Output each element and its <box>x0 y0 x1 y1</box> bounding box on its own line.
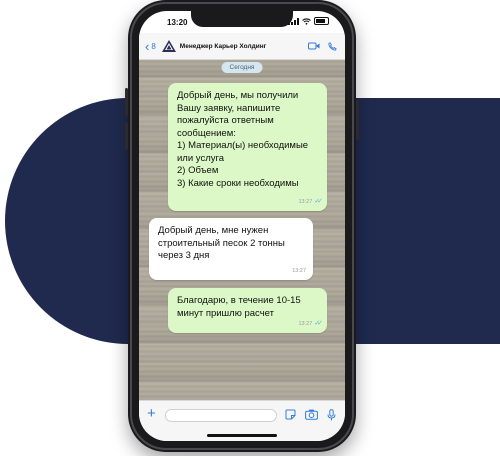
message-text: Добрый день, мы получили Вашу заявку, на… <box>177 90 309 189</box>
message-outgoing[interactable]: Добрый день, мы получили Вашу заявку, на… <box>168 83 327 211</box>
message-text: Добрый день, мне нужен строительный песо… <box>158 225 285 261</box>
phone-screen: 13:20 ‹ 8 Менеджер Карьер Холдинг Сегодн… <box>139 11 345 441</box>
chat-header: ‹ 8 Менеджер Карьер Холдинг <box>139 33 345 60</box>
header-actions <box>308 41 337 51</box>
battery-icon <box>314 17 329 25</box>
plus-icon[interactable]: + <box>147 406 156 421</box>
message-incoming[interactable]: Добрый день, мне нужен строительный песо… <box>149 218 313 280</box>
contact-name[interactable]: Менеджер Карьер Холдинг <box>180 43 267 50</box>
message-outgoing[interactable]: Благодарю, в течение 10-15 минут пришлю … <box>168 288 327 333</box>
volume-down-button <box>125 122 128 150</box>
date-separator: Сегодня <box>221 62 263 73</box>
read-ticks-icon: ✓✓ <box>314 197 323 205</box>
message-time: 13:27 <box>292 267 306 274</box>
unread-count[interactable]: 8 <box>151 42 155 51</box>
wifi-icon <box>302 17 311 25</box>
company-logo[interactable] <box>161 39 177 53</box>
message-input[interactable] <box>165 409 277 422</box>
power-button <box>356 100 359 140</box>
chat-area[interactable]: Сегодня Добрый день, мы получили Вашу за… <box>139 60 345 400</box>
camera-icon[interactable] <box>305 409 318 420</box>
message-meta: 13:27 ✓✓ <box>298 318 323 331</box>
chevron-left-icon[interactable]: ‹ <box>145 40 149 53</box>
status-icons <box>288 17 329 25</box>
message-time: 13:27 <box>298 320 313 327</box>
home-indicator <box>207 434 277 437</box>
message-meta: 13:27 ✓✓ <box>298 196 323 209</box>
message-time: 13:27 <box>298 198 313 205</box>
read-ticks-icon: ✓✓ <box>314 319 323 327</box>
message-input-bar: + <box>139 400 345 441</box>
volume-up-button <box>125 88 128 116</box>
message-text: Благодарю, в течение 10-15 минут пришлю … <box>177 295 301 319</box>
phone-icon[interactable] <box>328 41 337 51</box>
message-meta: 13:27 <box>292 265 306 278</box>
video-camera-icon[interactable] <box>308 42 320 50</box>
phone-notch <box>191 11 293 27</box>
microphone-icon[interactable] <box>327 409 336 421</box>
status-time: 13:20 <box>167 18 188 27</box>
sticker-icon[interactable] <box>285 409 296 420</box>
